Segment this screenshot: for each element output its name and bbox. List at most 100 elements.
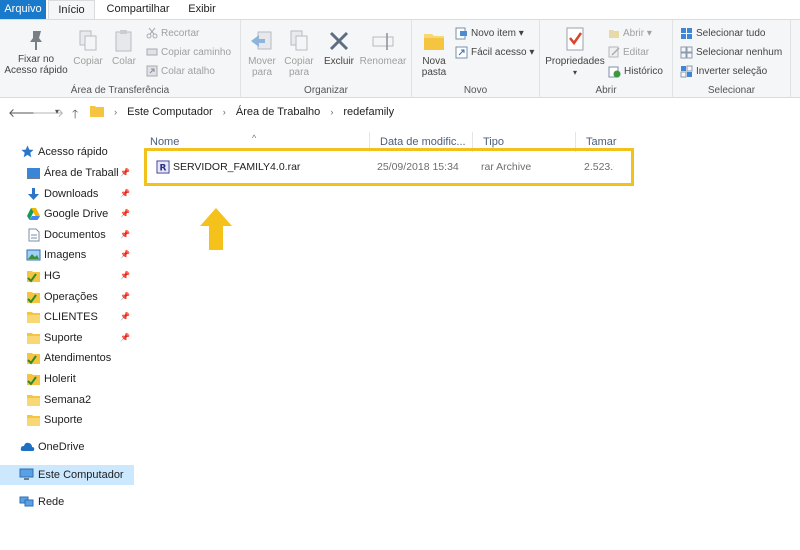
pin-icon[interactable]: 📌: [120, 287, 130, 307]
group-clipboard: Fixar no Acesso rápido Copiar Colar Reco…: [0, 20, 241, 98]
nav-item[interactable]: HG 📌: [0, 266, 134, 286]
folder-check-icon: [27, 353, 40, 365]
star-icon: [21, 145, 34, 158]
breadcrumb-area-de-trabalho[interactable]: Área de Trabalho: [236, 103, 320, 122]
easy-access-icon: [455, 46, 468, 59]
cut-button[interactable]: Recortar: [146, 26, 199, 42]
pin-icon[interactable]: 📌: [120, 307, 130, 327]
tab-compartilhar[interactable]: Compartilhar: [100, 0, 176, 19]
nav-item[interactable]: Operações 📌: [0, 287, 134, 307]
breadcrumb-separator: ›: [114, 107, 118, 117]
invert-selection-button[interactable]: Inverter seleção: [680, 64, 767, 80]
nav-item-label: Documentos: [44, 228, 106, 241]
up-button[interactable]: 🡑: [72, 105, 78, 126]
breadcrumb-separator: ›: [222, 107, 226, 117]
copy-path-button[interactable]: Copiar caminho: [146, 45, 231, 61]
group-open: Propriedades ▾ Abrir ▾ Editar Histórico …: [540, 20, 673, 98]
nav-onedrive[interactable]: OneDrive: [0, 437, 134, 457]
tab-exibir[interactable]: Exibir: [180, 0, 224, 19]
nav-item-label: CLIENTES: [44, 311, 98, 324]
table-row[interactable]: R SERVIDOR_FAMILY4.0.rar 25/09/2018 15:3…: [144, 148, 634, 186]
clipboard-icon: [115, 30, 132, 52]
folder-icon: [27, 394, 40, 406]
desktop-icon: [27, 168, 40, 179]
svg-text:R: R: [160, 164, 167, 174]
pin-icon[interactable]: 📌: [120, 204, 130, 224]
history-button[interactable]: Histórico: [608, 64, 663, 80]
nav-item[interactable]: CLIENTES 📌: [0, 307, 134, 327]
nav-item-label: Downloads: [44, 187, 99, 200]
cloud-icon: [20, 442, 35, 451]
breadcrumb: › Este Computador › Área de Trabalho › r…: [90, 103, 394, 122]
nav-item[interactable]: Semana2: [0, 390, 134, 410]
pin-icon: [30, 31, 42, 50]
nav-item-label: Holerit: [44, 373, 76, 385]
paste-shortcut-button[interactable]: Colar atalho: [146, 64, 215, 80]
easy-access-button[interactable]: Fácil acesso ▾: [455, 45, 534, 61]
breadcrumb-este-computador[interactable]: Este Computador: [127, 103, 213, 122]
pin-icon[interactable]: 📌: [120, 184, 130, 204]
nav-rede[interactable]: Rede: [0, 492, 134, 512]
group-label-clipboard: Área de Transferência: [70, 85, 170, 96]
forward-button[interactable]: 🡒: [32, 105, 64, 120]
nav-item[interactable]: Atendimentos: [0, 348, 134, 368]
pin-icon[interactable]: 📌: [120, 225, 130, 245]
pin-icon[interactable]: 📌: [120, 266, 130, 286]
pin-quick-access-button[interactable]: Fixar no Acesso rápido: [2, 28, 70, 76]
group-label-open: Abrir: [595, 85, 617, 96]
properties-button[interactable]: Propriedades ▾: [543, 26, 607, 78]
file-type: rar Archive: [481, 161, 532, 173]
address-bar: 🡐 🡒 ▾ 🡑 › Este Computador › Área de Trab…: [0, 99, 800, 126]
up-arrow-icon: [200, 208, 232, 250]
nav-este-computador[interactable]: Este Computador: [0, 465, 134, 485]
copy-path-icon: [146, 48, 158, 56]
pin-icon[interactable]: 📌: [120, 328, 130, 348]
open-button[interactable]: Abrir ▾: [608, 26, 652, 42]
copy-button[interactable]: Copiar: [71, 28, 105, 67]
nav-item[interactable]: Área de Trabalho📌: [0, 163, 134, 183]
tab-arquivo[interactable]: Arquivo: [0, 0, 46, 19]
nav-item[interactable]: Imagens 📌: [0, 245, 134, 265]
file-size: 2.523.(: [584, 161, 614, 173]
copy-to-button[interactable]: Copiar para: [281, 28, 317, 78]
nav-item-label: HG: [44, 270, 61, 282]
new-folder-icon: [424, 34, 444, 50]
nav-item-label: Google Drive: [44, 208, 109, 221]
paste-button[interactable]: Colar: [106, 28, 142, 67]
pin-icon[interactable]: 📌: [120, 245, 130, 265]
sort-ascending-icon: ^: [252, 133, 257, 143]
recent-locations-button[interactable]: ▾: [55, 107, 59, 116]
edit-icon: [608, 46, 620, 58]
group-label-select: Selecionar: [707, 85, 756, 96]
computer-icon: [19, 468, 34, 480]
select-none-button[interactable]: Selecionar nenhum: [680, 45, 782, 61]
tab-inicio[interactable]: Início: [48, 0, 95, 20]
download-icon: [28, 187, 39, 200]
nav-item[interactable]: Holerit: [0, 369, 134, 389]
nav-item[interactable]: Suporte 📌: [0, 328, 134, 348]
new-item-button[interactable]: Novo item ▾: [455, 26, 524, 42]
nav-quick-access[interactable]: Acesso rápido: [0, 142, 134, 162]
pictures-icon: [26, 249, 41, 261]
properties-icon: [566, 27, 584, 51]
google-drive-icon: [27, 208, 40, 221]
pin-icon[interactable]: 📌: [120, 163, 130, 183]
nav-item[interactable]: Downloads 📌: [0, 184, 134, 204]
new-folder-button[interactable]: Nova pasta: [415, 28, 453, 78]
rename-button[interactable]: Renomear: [357, 28, 409, 67]
ribbon: Fixar no Acesso rápido Copiar Colar Reco…: [0, 19, 800, 98]
group-new: Nova pasta Novo item ▾ Fácil acesso ▾ No…: [412, 20, 540, 98]
nav-item-label: Área de Trabalho: [44, 167, 118, 179]
delete-button[interactable]: Excluir: [321, 28, 357, 67]
edit-button[interactable]: Editar: [608, 45, 649, 61]
nav-item[interactable]: Google Drive 📌: [0, 204, 134, 224]
scissors-icon: [146, 28, 158, 39]
file-list: Nome ^ Data de modific... Tipo Tamar R S…: [140, 128, 800, 550]
nav-item[interactable]: Documentos 📌: [0, 225, 134, 245]
documents-icon: [28, 228, 40, 242]
select-all-button[interactable]: Selecionar tudo: [680, 26, 766, 42]
move-to-button[interactable]: Mover para: [244, 28, 280, 78]
nav-item-label: Atendimentos: [44, 352, 112, 365]
nav-item[interactable]: Suporte: [0, 410, 134, 430]
breadcrumb-redefamily[interactable]: redefamily: [343, 103, 394, 122]
